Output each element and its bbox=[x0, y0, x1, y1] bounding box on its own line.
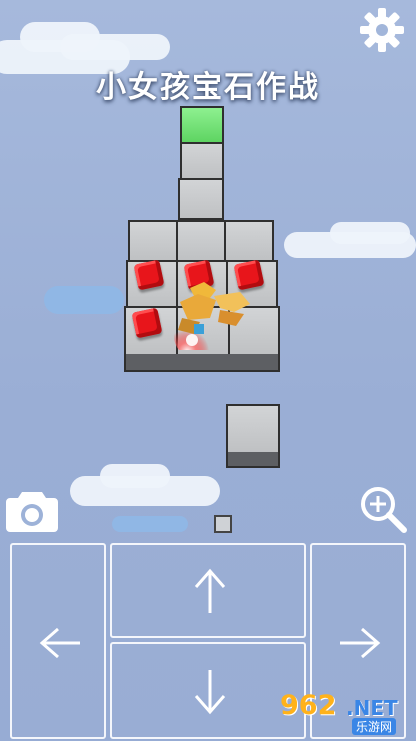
down-button[interactable] bbox=[110, 642, 306, 739]
watermark-site: 乐游网 bbox=[352, 718, 397, 735]
floor-tile bbox=[128, 220, 178, 262]
player-character bbox=[174, 282, 250, 350]
floor-tile bbox=[224, 220, 274, 262]
red-gem bbox=[133, 259, 165, 291]
left-button[interactable] bbox=[10, 543, 106, 739]
arrow-up-icon bbox=[194, 568, 226, 613]
floor-tile bbox=[226, 404, 280, 454]
up-button[interactable] bbox=[110, 543, 306, 638]
gear-icon[interactable] bbox=[358, 6, 406, 54]
cloud bbox=[330, 222, 410, 244]
arrow-right-icon bbox=[340, 627, 381, 659]
cloud bbox=[44, 286, 124, 314]
camera-icon[interactable] bbox=[6, 488, 58, 532]
cloud bbox=[100, 464, 170, 488]
goal-tile bbox=[180, 106, 224, 144]
platform-side bbox=[124, 354, 280, 372]
arrow-left-icon bbox=[39, 627, 80, 659]
game-title: 小女孩宝石作战 bbox=[96, 70, 320, 105]
watermark-suffix: .NET bbox=[346, 696, 398, 720]
site-watermark: 962 .NET 乐游网 bbox=[280, 690, 412, 738]
arrow-down-icon bbox=[194, 670, 226, 715]
cloud bbox=[60, 34, 170, 60]
floor-tile bbox=[180, 142, 224, 180]
zoom-in-icon[interactable] bbox=[358, 484, 408, 534]
platform-side bbox=[226, 452, 280, 468]
watermark-number: 962 bbox=[280, 690, 337, 721]
floor-tile bbox=[176, 220, 226, 262]
cloud bbox=[112, 516, 188, 532]
red-gem bbox=[131, 307, 163, 339]
mini-block bbox=[214, 515, 232, 533]
floor-tile bbox=[178, 178, 224, 220]
